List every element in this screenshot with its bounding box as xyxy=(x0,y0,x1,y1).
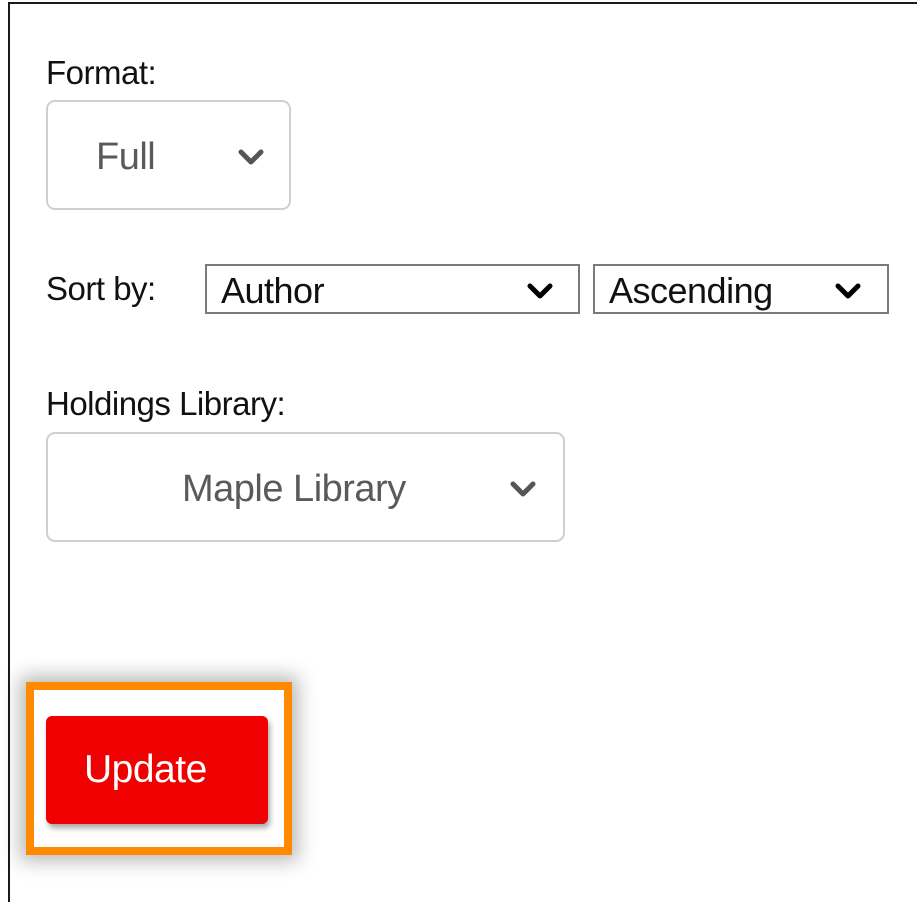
sort-order-value: Ascending xyxy=(609,270,773,311)
chevron-down-icon xyxy=(835,282,861,300)
update-highlight-box: Update xyxy=(26,682,292,855)
format-label: Format: xyxy=(46,54,157,91)
holdings-library-value: Maple Library xyxy=(182,468,406,510)
sort-order-select[interactable]: Ascending xyxy=(593,264,889,314)
chevron-down-icon xyxy=(238,148,264,166)
chevron-down-icon xyxy=(527,282,553,300)
holdings-library-label: Holdings Library: xyxy=(46,385,286,422)
update-button[interactable]: Update xyxy=(46,716,268,824)
format-select[interactable]: Full xyxy=(46,100,291,210)
sort-field-value: Author xyxy=(221,270,325,311)
sort-by-label: Sort by: xyxy=(46,270,156,307)
sort-field-select[interactable]: Author xyxy=(205,264,580,314)
format-select-value: Full xyxy=(96,136,156,178)
chevron-down-icon xyxy=(510,480,536,498)
holdings-library-select[interactable]: Maple Library xyxy=(46,432,565,542)
